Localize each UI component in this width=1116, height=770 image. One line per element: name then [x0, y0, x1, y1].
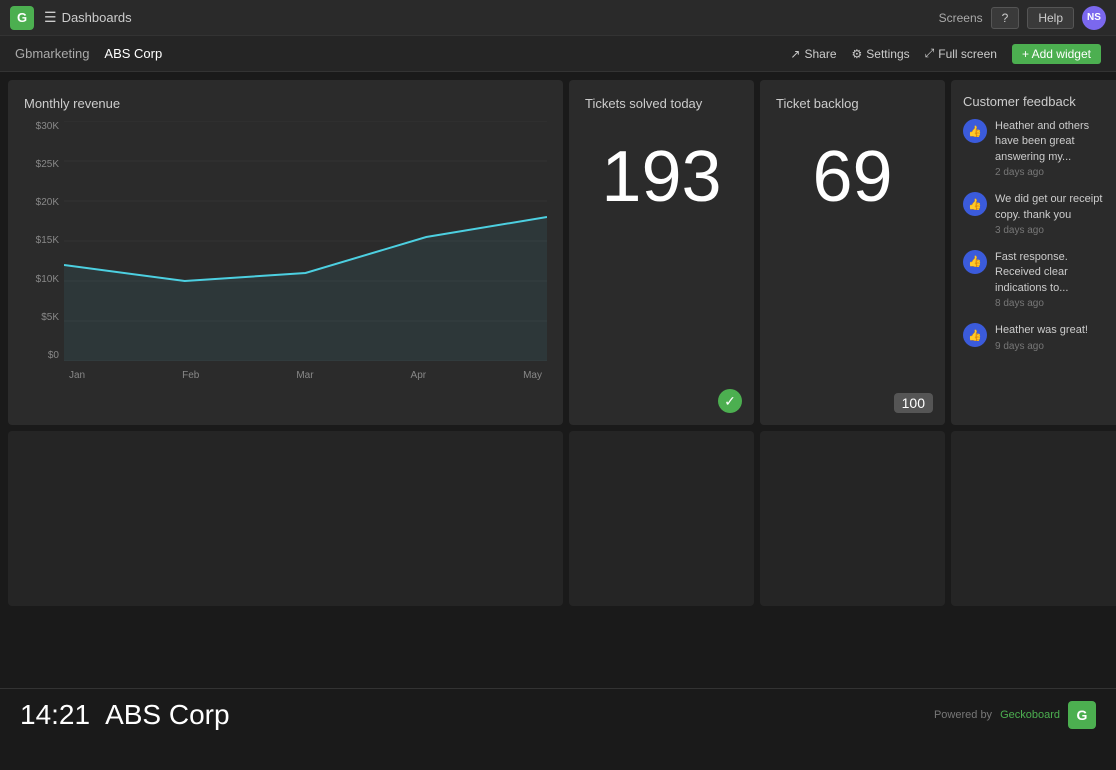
feedback-text-2: We did get our receipt copy. thank you — [995, 192, 1114, 223]
y-label-20k: $20K — [36, 197, 59, 208]
x-label-feb: Feb — [182, 370, 199, 381]
bottom-widget-4 — [951, 431, 1116, 606]
monthly-revenue-widget: Monthly revenue $30K $25K $20K $15K $10K… — [8, 80, 563, 425]
ticket-backlog-value: 69 — [776, 141, 929, 213]
feedback-item-1: 👍 Heather and others have been great ans… — [963, 119, 1114, 178]
thumbs-up-icon-3: 👍 — [968, 255, 982, 268]
feedback-time-3: 8 days ago — [995, 298, 1114, 309]
thumbs-up-icon-4: 👍 — [968, 329, 982, 342]
powered-by-label: Powered by — [934, 709, 992, 721]
topbar: G ☰ Dashboards Screens ? Help NS — [0, 0, 1116, 36]
fullscreen-icon: ⤢ — [925, 46, 935, 61]
question-button[interactable]: ? — [991, 7, 1020, 29]
fullscreen-label: Full screen — [938, 47, 997, 61]
subbar: Gbmarketing ABS Corp ↗ Share ⚙ Settings … — [0, 36, 1116, 72]
avatar-initials: NS — [1087, 12, 1101, 23]
feedback-text-4: Heather was great! — [995, 323, 1088, 338]
feedback-text-1: Heather and others have been great answe… — [995, 119, 1114, 165]
x-label-apr: Apr — [411, 370, 427, 381]
subbar-nav: Gbmarketing ABS Corp — [15, 46, 162, 61]
feedback-list: 👍 Heather and others have been great ans… — [963, 119, 1114, 352]
x-axis: Jan Feb Mar Apr May — [64, 370, 547, 381]
ticket-backlog-title: Ticket backlog — [776, 96, 929, 111]
feedback-content-1: Heather and others have been great answe… — [995, 119, 1114, 178]
monthly-revenue-title: Monthly revenue — [24, 96, 547, 111]
revenue-chart-svg — [64, 121, 547, 361]
footer: 14:21 ABS Corp Powered by Geckoboard G — [0, 688, 1116, 740]
y-label-0: $0 — [48, 350, 59, 361]
bottom-widget-3 — [760, 431, 945, 606]
tickets-today-value: 193 — [585, 141, 738, 213]
y-label-15k: $15K — [36, 235, 59, 246]
feedback-text-3: Fast response. Received clear indication… — [995, 250, 1114, 296]
feedback-time-4: 9 days ago — [995, 341, 1088, 352]
subbar-actions: ↗ Share ⚙ Settings ⤢ Full screen + Add w… — [790, 44, 1101, 64]
add-widget-button[interactable]: + Add widget — [1012, 44, 1101, 64]
tickets-today-widget: Tickets solved today 193 ✓ — [569, 80, 754, 425]
y-label-10k: $10K — [36, 274, 59, 285]
thumbs-up-icon-1: 👍 — [968, 125, 982, 138]
fullscreen-action[interactable]: ⤢ Full screen — [925, 46, 997, 61]
footer-right: Powered by Geckoboard G — [934, 701, 1096, 729]
topbar-dashboards[interactable]: ☰ Dashboards — [44, 9, 132, 26]
topbar-logo[interactable]: G — [10, 6, 34, 30]
chart-area: $30K $25K $20K $15K $10K $5K $0 — [24, 121, 547, 381]
x-label-mar: Mar — [296, 370, 313, 381]
share-action[interactable]: ↗ Share — [790, 47, 836, 61]
gbmarketing-link[interactable]: Gbmarketing — [15, 46, 89, 61]
y-label-25k: $25K — [36, 159, 59, 170]
x-label-may: May — [523, 370, 542, 381]
geckoboard-label: Geckoboard — [1000, 709, 1060, 721]
ticket-backlog-widget: Ticket backlog 69 100 — [760, 80, 945, 425]
footer-left: 14:21 ABS Corp — [20, 699, 230, 731]
check-badge: ✓ — [718, 389, 742, 413]
feedback-avatar-1: 👍 — [963, 119, 987, 143]
settings-label: Settings — [866, 47, 909, 61]
bottom-widget-2 — [569, 431, 754, 606]
gear-icon: ⚙ — [852, 47, 863, 61]
y-label-30k: $30K — [36, 121, 59, 132]
screens-label: Screens — [939, 11, 983, 25]
footer-logo-letter: G — [1077, 707, 1088, 723]
footer-time: 14:21 — [20, 699, 90, 731]
feedback-item-2: 👍 We did get our receipt copy. thank you… — [963, 192, 1114, 236]
customer-feedback-widget: Customer feedback 👍 Heather and others h… — [951, 80, 1116, 425]
y-axis: $30K $25K $20K $15K $10K $5K $0 — [24, 121, 64, 361]
x-label-jan: Jan — [69, 370, 85, 381]
feedback-item-4: 👍 Heather was great! 9 days ago — [963, 323, 1114, 351]
help-button[interactable]: Help — [1027, 7, 1074, 29]
abs-corp-link[interactable]: ABS Corp — [104, 46, 162, 61]
topbar-right: Screens ? Help NS — [939, 6, 1106, 30]
feedback-time-1: 2 days ago — [995, 167, 1114, 178]
check-icon: ✓ — [724, 393, 736, 410]
feedback-avatar-4: 👍 — [963, 323, 987, 347]
backlog-badge: 100 — [894, 393, 933, 413]
logo-letter: G — [17, 10, 27, 25]
feedback-time-2: 3 days ago — [995, 225, 1114, 236]
feedback-content-2: We did get our receipt copy. thank you 3… — [995, 192, 1114, 236]
feedback-avatar-2: 👍 — [963, 192, 987, 216]
topbar-left: G ☰ Dashboards — [10, 6, 132, 30]
user-avatar[interactable]: NS — [1082, 6, 1106, 30]
share-icon: ↗ — [790, 47, 800, 61]
tickets-today-title: Tickets solved today — [585, 96, 738, 111]
feedback-avatar-3: 👍 — [963, 250, 987, 274]
share-label: Share — [804, 47, 836, 61]
chart-svg-container — [64, 121, 547, 361]
dashboards-label: Dashboards — [62, 10, 132, 25]
hamburger-icon: ☰ — [44, 9, 57, 26]
settings-action[interactable]: ⚙ Settings — [852, 47, 910, 61]
dashboard: Monthly revenue $30K $25K $20K $15K $10K… — [0, 72, 1116, 688]
footer-logo: G — [1068, 701, 1096, 729]
footer-company: ABS Corp — [105, 699, 230, 731]
feedback-content-4: Heather was great! 9 days ago — [995, 323, 1088, 351]
thumbs-up-icon-2: 👍 — [968, 198, 982, 211]
bottom-widget-1 — [8, 431, 563, 606]
feedback-item-3: 👍 Fast response. Received clear indicati… — [963, 250, 1114, 309]
feedback-content-3: Fast response. Received clear indication… — [995, 250, 1114, 309]
customer-feedback-title: Customer feedback — [963, 94, 1114, 109]
y-label-5k: $5K — [41, 312, 59, 323]
